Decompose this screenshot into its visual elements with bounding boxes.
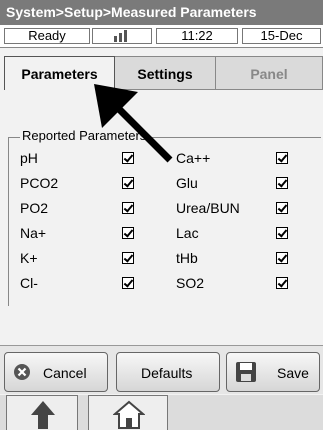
defaults-button[interactable]: Defaults xyxy=(116,352,220,392)
save-label: Save xyxy=(277,365,309,381)
nav-bar xyxy=(0,395,323,430)
tab-panel[interactable]: Panel xyxy=(216,56,323,90)
signal-icon xyxy=(92,28,152,44)
param-label-po2: PO2 xyxy=(20,200,49,216)
checkbox-thb[interactable] xyxy=(276,252,288,264)
checkbox-cl[interactable] xyxy=(122,277,134,289)
save-icon xyxy=(236,362,256,382)
checkbox-po2[interactable] xyxy=(122,202,134,214)
param-label-thb: tHb xyxy=(176,250,198,266)
param-label-so2: SO2 xyxy=(176,275,205,291)
checkbox-urea-bun[interactable] xyxy=(276,202,288,214)
param-label-glu: Glu xyxy=(176,175,198,191)
checkbox-k[interactable] xyxy=(122,252,134,264)
pointer-arrow-icon xyxy=(94,84,173,163)
cancel-icon xyxy=(14,364,30,380)
checkbox-ca[interactable] xyxy=(276,152,288,164)
status-state: Ready xyxy=(4,28,90,44)
param-label-ph: pH xyxy=(20,150,38,166)
param-label-lac: Lac xyxy=(176,225,199,241)
param-label-pco2: PCO2 xyxy=(20,175,59,191)
home-button[interactable] xyxy=(88,395,168,430)
param-label-k: K+ xyxy=(20,250,38,266)
status-bar: Ready 11:22 15-Dec xyxy=(0,25,323,48)
cancel-button[interactable]: Cancel xyxy=(4,352,108,392)
checkbox-na[interactable] xyxy=(122,227,134,239)
up-button[interactable] xyxy=(6,395,78,430)
param-label-cl: Cl- xyxy=(20,275,38,291)
home-icon xyxy=(113,400,145,429)
cancel-label: Cancel xyxy=(43,365,87,381)
checkbox-pco2[interactable] xyxy=(122,177,134,189)
param-label-ca: Ca++ xyxy=(176,150,211,166)
checkbox-glu[interactable] xyxy=(276,177,288,189)
param-label-na: Na+ xyxy=(20,225,47,241)
window-title: System>Setup>Measured Parameters xyxy=(0,0,323,25)
checkbox-so2[interactable] xyxy=(276,277,288,289)
save-button[interactable]: Save xyxy=(226,352,320,392)
param-label-urea-bun: Urea/BUN xyxy=(176,200,240,216)
defaults-label: Defaults xyxy=(141,365,193,381)
action-bar: Cancel Defaults Save xyxy=(0,345,323,394)
status-time: 11:22 xyxy=(156,28,238,44)
up-arrow-icon xyxy=(31,401,55,429)
checkbox-lac[interactable] xyxy=(276,227,288,239)
status-date: 15-Dec xyxy=(242,28,321,44)
